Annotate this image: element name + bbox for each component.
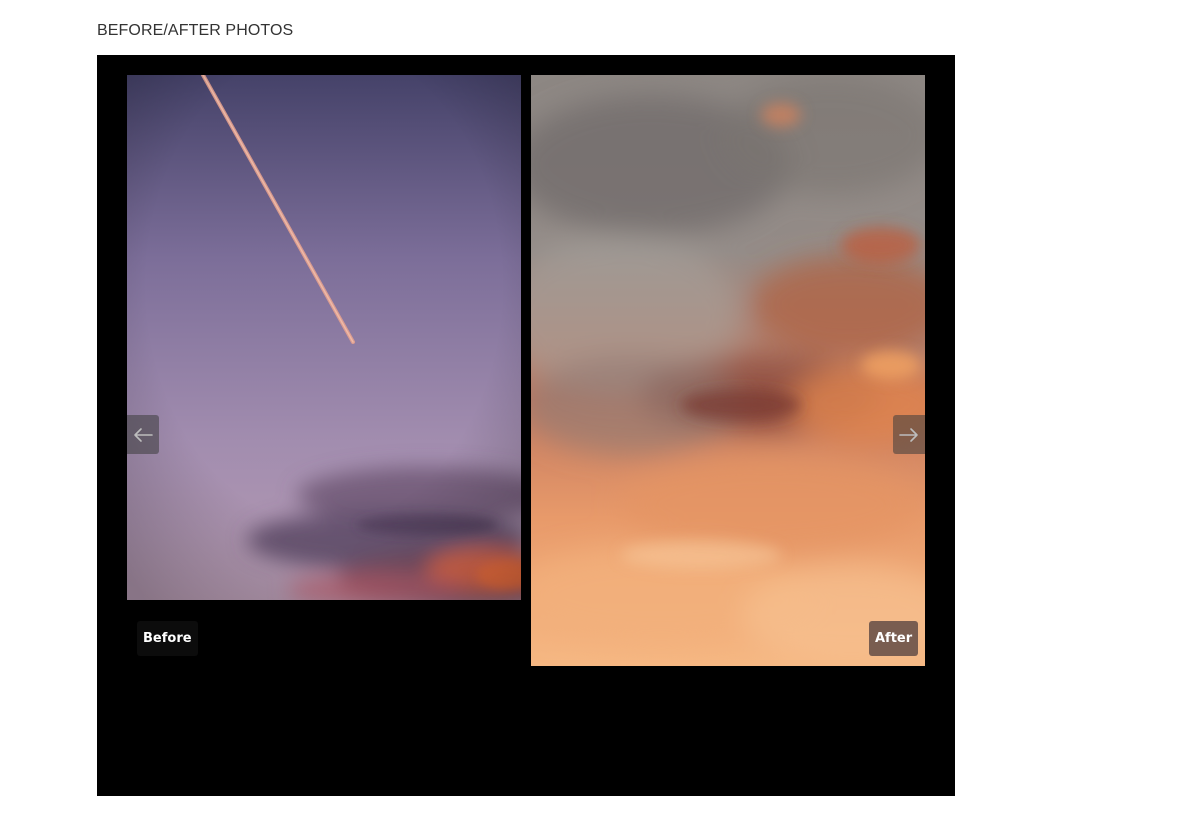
previous-photo-button[interactable] <box>127 415 159 454</box>
before-photo[interactable] <box>127 75 521 600</box>
before-caption: Before <box>137 621 198 656</box>
section-title: BEFORE/AFTER PHOTOS <box>97 22 294 39</box>
arrow-right-icon <box>899 427 918 442</box>
after-photo[interactable] <box>531 75 925 666</box>
after-caption: After <box>869 621 919 656</box>
photo-viewer: Before After <box>97 55 955 796</box>
arrow-left-icon <box>134 427 153 442</box>
next-photo-button[interactable] <box>893 415 925 454</box>
